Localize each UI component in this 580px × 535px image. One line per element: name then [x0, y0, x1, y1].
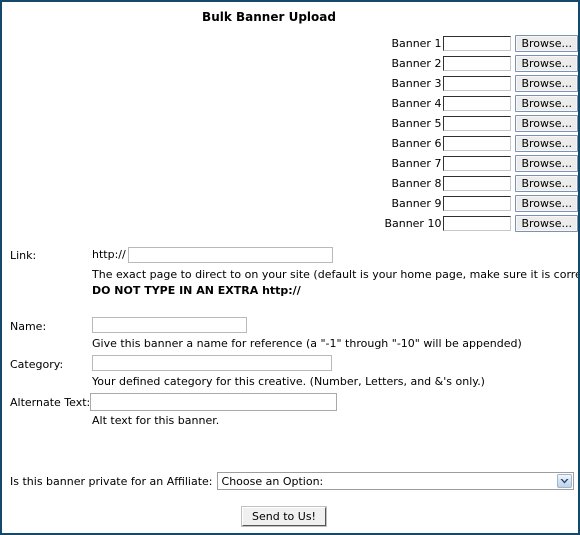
banner-field-cell-2: Browse...	[443, 53, 578, 73]
banner-label-8: Banner 8	[391, 176, 442, 190]
banner-label-9: Banner 9	[391, 196, 442, 210]
banner-file-input-1[interactable]	[443, 35, 512, 51]
banner-file-input-8[interactable]	[443, 175, 512, 191]
link-http-prefix: http://	[92, 248, 126, 261]
affiliate-section: Is this banner private for an Affiliate:…	[10, 472, 574, 492]
table-row: Banner 4 Browse...	[2, 93, 578, 113]
link-label: Link:	[10, 249, 37, 262]
banner-field-cell-1: Browse...	[443, 33, 578, 53]
banner-upload-table: Banner 1 Browse... Banner 2 Browse... Ba…	[2, 33, 578, 233]
link-input[interactable]	[127, 247, 333, 263]
category-section: Category: Your defined category for this…	[2, 355, 578, 391]
banner-field-cell-6: Browse...	[443, 133, 578, 153]
browse-button-8[interactable]: Browse...	[515, 174, 578, 192]
link-section: Link: http:// The exact page to direct t…	[2, 247, 578, 301]
link-warning: DO NOT TYPE IN AN EXTRA http://	[92, 284, 301, 297]
row-spacer-left	[2, 73, 198, 93]
banner-field-cell-7: Browse...	[443, 153, 578, 173]
browse-button-5[interactable]: Browse...	[515, 114, 578, 132]
category-input[interactable]	[92, 355, 332, 371]
banner-file-input-4[interactable]	[443, 95, 512, 111]
link-field-column: http:// The exact page to direct to on y…	[92, 247, 578, 297]
banner-file-input-10[interactable]	[443, 215, 512, 231]
row-spacer-left	[2, 193, 198, 213]
browse-button-1[interactable]: Browse...	[515, 34, 578, 52]
page-title: Bulk Banner Upload	[202, 10, 336, 24]
banner-label-2: Banner 2	[391, 56, 442, 70]
browse-button-6[interactable]: Browse...	[515, 134, 578, 152]
category-label: Category:	[10, 358, 64, 371]
bulk-banner-upload-page: Bulk Banner Upload Banner 1 Browse... Ba…	[0, 0, 580, 535]
banner-field-cell-5: Browse...	[443, 113, 578, 133]
banner-field-cell-8: Browse...	[443, 173, 578, 193]
browse-button-2[interactable]: Browse...	[515, 54, 578, 72]
banner-file-input-6[interactable]	[443, 135, 512, 151]
banner-upload-rows: Banner 1 Browse... Banner 2 Browse... Ba…	[2, 33, 578, 233]
table-row: Banner 1 Browse...	[2, 33, 578, 53]
table-row: Banner 9 Browse...	[2, 193, 578, 213]
name-input-row	[92, 317, 578, 337]
name-input[interactable]	[92, 317, 247, 333]
alt-text-input-row	[90, 393, 578, 414]
chevron-down-icon[interactable]	[556, 474, 572, 488]
row-spacer-left	[2, 113, 198, 133]
banner-field-cell-10: Browse...	[443, 213, 578, 233]
banner-label-1: Banner 1	[391, 36, 442, 50]
alt-text-section: Alternate Text: Alt text for this banner…	[2, 393, 578, 429]
banner-label-6: Banner 6	[391, 136, 442, 150]
send-to-us-button[interactable]: Send to Us!	[241, 506, 327, 527]
name-field-column: Give this banner a name for reference (a…	[92, 317, 578, 350]
row-spacer-left	[2, 133, 198, 153]
banner-file-input-5[interactable]	[443, 115, 512, 131]
banner-file-input-9[interactable]	[443, 195, 512, 211]
browse-button-9[interactable]: Browse...	[515, 194, 578, 212]
browse-button-10[interactable]: Browse...	[515, 214, 578, 232]
alt-text-hint: Alt text for this banner.	[92, 414, 220, 427]
banner-field-cell-3: Browse...	[443, 73, 578, 93]
table-row: Banner 5 Browse...	[2, 113, 578, 133]
table-row: Banner 6 Browse...	[2, 133, 578, 153]
category-field-column: Your defined category for this creative.…	[92, 355, 578, 388]
table-row: Banner 8 Browse...	[2, 173, 578, 193]
table-row: Banner 2 Browse...	[2, 53, 578, 73]
browse-button-7[interactable]: Browse...	[515, 154, 578, 172]
row-spacer-left	[2, 53, 198, 73]
alt-text-label: Alternate Text:	[10, 396, 91, 409]
link-hint: The exact page to direct to on your site…	[92, 268, 580, 281]
name-section: Name: Give this banner a name for refere…	[2, 317, 578, 353]
alt-text-input[interactable]	[90, 393, 337, 411]
banner-label-5: Banner 5	[391, 116, 442, 130]
browse-button-3[interactable]: Browse...	[515, 74, 578, 92]
row-spacer-left	[2, 213, 198, 233]
alt-text-field-column: Alt text for this banner.	[90, 393, 578, 427]
banner-label-4: Banner 4	[391, 96, 442, 110]
table-row: Banner 10 Browse...	[2, 213, 578, 233]
link-input-row: http://	[92, 247, 578, 267]
table-row: Banner 3 Browse...	[2, 73, 578, 93]
name-hint: Give this banner a name for reference (a…	[92, 337, 522, 350]
banner-file-input-7[interactable]	[443, 155, 512, 171]
affiliate-label: Is this banner private for an Affiliate:	[10, 474, 213, 488]
category-hint: Your defined category for this creative.…	[92, 375, 485, 388]
affiliate-select[interactable]: Choose an Option:	[216, 472, 574, 490]
banner-field-cell-9: Browse...	[443, 193, 578, 213]
banner-label-7: Banner 7	[391, 156, 442, 170]
submit-row: Send to Us!	[2, 506, 566, 527]
row-spacer-left	[2, 93, 198, 113]
banner-label-10: Banner 10	[384, 216, 442, 230]
row-spacer-left	[2, 33, 198, 53]
category-input-row	[92, 355, 578, 375]
row-spacer-left	[2, 153, 198, 173]
banner-label-3: Banner 3	[391, 76, 442, 90]
banner-file-input-3[interactable]	[443, 75, 512, 91]
affiliate-select-value: Choose an Option:	[221, 475, 324, 488]
banner-field-cell-4: Browse...	[443, 93, 578, 113]
table-row: Banner 7 Browse...	[2, 153, 578, 173]
row-spacer-left	[2, 173, 198, 193]
banner-file-input-2[interactable]	[443, 55, 512, 71]
browse-button-4[interactable]: Browse...	[515, 94, 578, 112]
name-label: Name:	[10, 320, 47, 333]
